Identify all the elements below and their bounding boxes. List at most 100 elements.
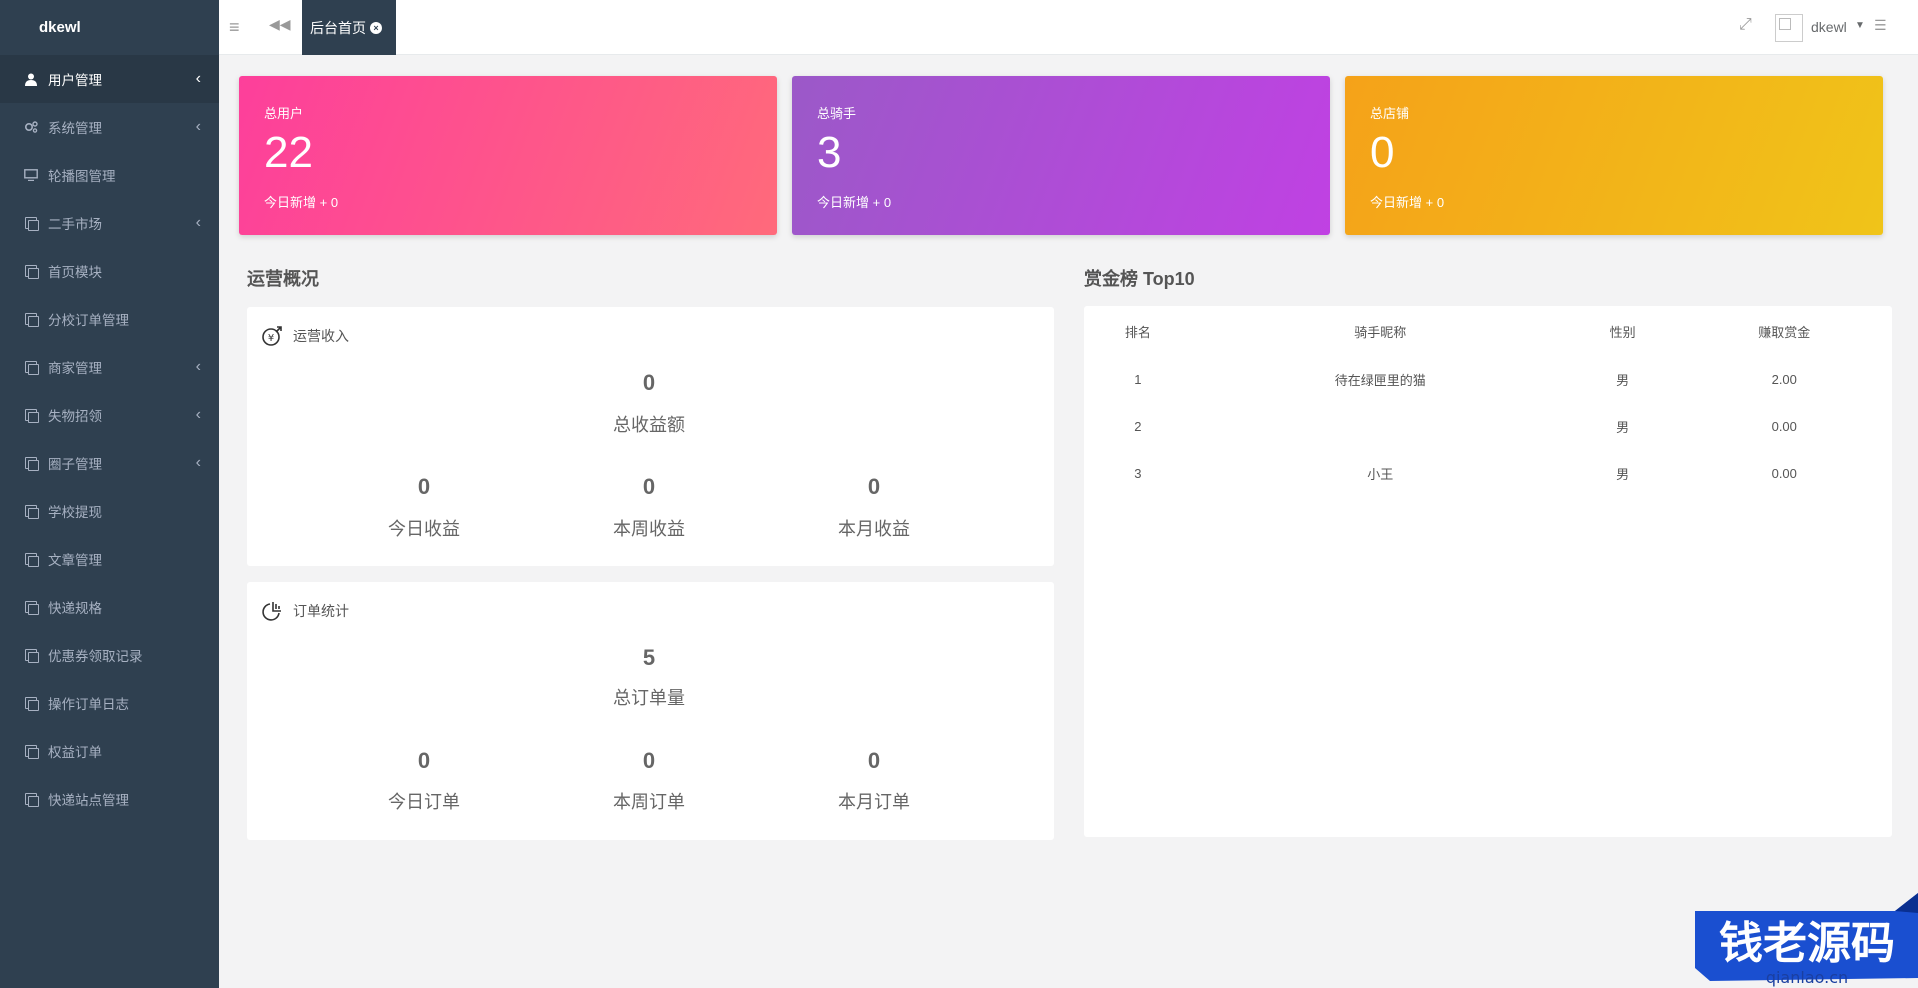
sidebar-item[interactable]: 分校订单管理 — [0, 295, 219, 343]
tab-home[interactable]: 后台首页 × — [302, 0, 396, 55]
copy-icon-shape — [25, 793, 39, 807]
chevron-left-icon: ‹ — [195, 70, 201, 87]
svg-text:¥: ¥ — [268, 333, 274, 344]
copy-icon — [24, 696, 39, 711]
week-income-value: 0 — [642, 474, 656, 499]
card-subtext: 今日新增 + 0 — [817, 195, 892, 210]
card-title: 总店铺 — [1370, 106, 1410, 121]
bounty-cell: 0.00 — [1771, 466, 1797, 481]
tab-home-label: 后台首页 — [310, 19, 366, 36]
chevron-left-icon: ‹ — [195, 118, 201, 135]
sidebar-item[interactable]: 快递站点管理 — [0, 775, 219, 823]
column-header: 性别 — [1609, 324, 1636, 340]
sidebar-item[interactable]: 操作订单日志 — [0, 679, 219, 727]
sidebar-item-label: 优惠券领取记录 — [48, 649, 143, 664]
copy-icon — [24, 792, 39, 807]
table-row: 3 小王 男 0.00 — [1084, 450, 1892, 497]
copy-icon — [24, 600, 39, 615]
watermark-url: qianlao.cn — [1766, 968, 1848, 987]
sidebar-item-label: 用户管理 — [48, 73, 102, 88]
copy-icon-shape — [25, 601, 39, 615]
gender-cell: 男 — [1616, 373, 1630, 388]
sidebar-item[interactable]: 用户管理 ‹ — [0, 55, 219, 103]
sidebar-item[interactable]: 学校提现 — [0, 487, 219, 535]
copy-icon-shape — [25, 361, 39, 375]
sidebar-item[interactable]: 二手市场 ‹ — [0, 199, 219, 247]
gender-cell: 男 — [1616, 420, 1630, 435]
orders-panel: 订单统计 5 总订单量 0 今日订单 0 本周订单 0 本月订单 — [247, 582, 1054, 840]
total-orders-value: 5 — [642, 645, 656, 670]
today-orders-value: 0 — [417, 748, 431, 773]
nickname-cell: 小王 — [1367, 467, 1394, 482]
week-orders-value: 0 — [642, 748, 656, 773]
sidebar-item[interactable]: 优惠券领取记录 — [0, 631, 219, 679]
month-income-value: 0 — [867, 474, 881, 499]
total-riders-card: 总骑手 3 今日新增 + 0 — [792, 76, 1330, 235]
sidebar-item-label: 文章管理 — [48, 553, 102, 568]
income-icon: ¥ — [262, 326, 282, 346]
chevron-left-icon: ‹ — [195, 358, 201, 375]
chevron-left-icon: ‹ — [195, 454, 201, 471]
tab-scroll-left-icon[interactable]: ◀◀ — [269, 16, 291, 33]
today-income-label: 今日收益 — [388, 519, 460, 539]
menu-toggle-icon[interactable]: ≡ — [229, 17, 240, 38]
copy-icon — [24, 408, 39, 423]
copy-icon — [24, 744, 39, 759]
top-bar: ≡ ◀◀ 后台首页 × ⤢ dkewl ▼ ☰ — [219, 0, 1918, 55]
sidebar-item[interactable]: 首页模块 — [0, 247, 219, 295]
user-icon — [24, 72, 38, 86]
total-users-card: 总用户 22 今日新增 + 0 — [239, 76, 777, 235]
copy-icon — [24, 216, 39, 231]
bounty-cell: 0.00 — [1771, 419, 1797, 434]
copy-icon — [24, 648, 39, 663]
ranking-title: 赏金榜 Top10 — [1084, 269, 1195, 289]
copy-icon — [24, 456, 39, 471]
caret-down-icon[interactable]: ▼ — [1855, 20, 1865, 31]
brand-name: dkewl — [39, 19, 81, 36]
table-row: 1 待在绿匣里的猫 男 2.00 — [1084, 356, 1892, 403]
sidebar-item-label: 权益订单 — [48, 745, 102, 760]
gears-icon — [24, 120, 38, 134]
table-header-row: 排名 骑手昵称 性别 赚取赏金 — [1084, 306, 1892, 356]
copy-icon-shape — [25, 697, 39, 711]
sidebar-item-label: 首页模块 — [48, 265, 102, 280]
sidebar-item[interactable]: 系统管理 ‹ — [0, 103, 219, 151]
column-header: 赚取赏金 — [1758, 324, 1811, 340]
week-income-label: 本周收益 — [613, 519, 685, 539]
sidebar-item[interactable]: 文章管理 — [0, 535, 219, 583]
income-heading-label: 运营收入 — [293, 328, 349, 344]
copy-icon-shape — [25, 409, 39, 423]
avatar[interactable] — [1775, 14, 1803, 42]
income-heading: ¥ 运营收入 — [261, 325, 349, 347]
user-name[interactable]: dkewl — [1811, 19, 1847, 35]
copy-icon-shape — [25, 217, 39, 231]
total-orders-label: 总订单量 — [613, 688, 685, 708]
table-row: 2 男 0.00 — [1084, 403, 1892, 450]
sidebar-nav: 用户管理 ‹ 系统管理 ‹ 轮播图管理 二手市场 ‹ 首页模块 分校订单管理 商家管理 ‹ 失物招领 ‹… — [0, 55, 219, 823]
gender-cell: 男 — [1616, 467, 1630, 482]
pie-chart-icon — [262, 602, 281, 621]
total-shops-card: 总店铺 0 今日新增 + 0 — [1345, 76, 1883, 235]
copy-icon-shape — [25, 265, 39, 279]
sidebar-item[interactable]: 失物招领 ‹ — [0, 391, 219, 439]
orders-heading: 订单统计 — [261, 600, 349, 622]
sidebar-item-label: 商家管理 — [48, 361, 102, 376]
sidebar-item[interactable]: 圈子管理 ‹ — [0, 439, 219, 487]
sidebar-item[interactable]: 商家管理 ‹ — [0, 343, 219, 391]
copy-icon-shape — [25, 745, 39, 759]
copy-icon — [24, 312, 39, 327]
close-icon[interactable]: × — [370, 21, 382, 34]
week-orders-label: 本周订单 — [613, 792, 685, 812]
sidebar-item-label: 学校提现 — [48, 505, 102, 520]
overview-title: 运营概况 — [247, 269, 319, 289]
sidebar-item[interactable]: 轮播图管理 — [0, 151, 219, 199]
fullscreen-icon[interactable]: ⤢ — [1739, 16, 1752, 34]
tasks-icon[interactable]: ☰ — [1874, 17, 1887, 34]
copy-icon-shape — [25, 457, 39, 471]
sidebar-item[interactable]: 权益订单 — [0, 727, 219, 775]
chevron-left-icon: ‹ — [195, 214, 201, 231]
copy-icon — [24, 552, 39, 567]
sidebar-item[interactable]: 快递规格 — [0, 583, 219, 631]
total-income-label: 总收益额 — [613, 415, 685, 435]
monitor-icon — [24, 168, 38, 182]
